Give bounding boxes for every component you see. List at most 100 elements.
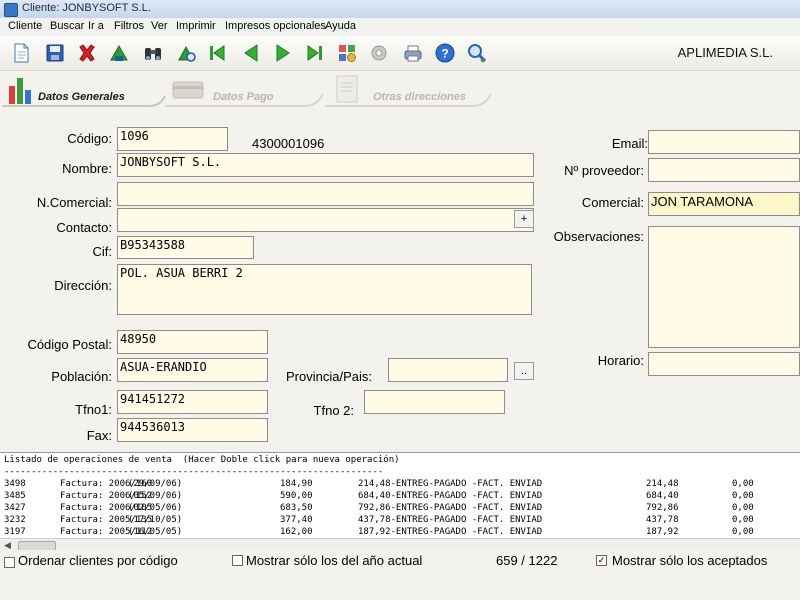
codigo-field[interactable]: 1096: [117, 127, 228, 151]
window-title: Cliente: JONBYSOFT S.L.: [22, 2, 151, 14]
current-year-label: Mostrar sólo los del año actual: [246, 553, 423, 568]
tab-datos-generales[interactable]: Datos Generales: [0, 70, 175, 110]
go-back-icon: [110, 44, 128, 61]
table-cell-num: 3498: [4, 479, 26, 489]
menu-ir-a[interactable]: Ir a: [88, 20, 104, 32]
search-zoom-button[interactable]: [464, 40, 490, 66]
ncomercial-field[interactable]: [117, 182, 534, 206]
menu-buscar[interactable]: Buscar: [50, 20, 84, 32]
table-cell-date: (16/05/05): [128, 527, 183, 537]
table-row[interactable]: 3498 Factura: 2006/160 (29/09/06) 184,90 214…: [4, 478, 794, 490]
table-cell-extra: 0,00: [732, 527, 754, 537]
menu-filtros[interactable]: Filtros: [114, 20, 144, 32]
binoculars-icon: [145, 48, 161, 60]
bar-chart-icon: [9, 78, 31, 104]
previous-record-icon: [244, 44, 258, 62]
menu-ayuda[interactable]: Ayuda: [325, 20, 356, 32]
tfno1-field[interactable]: 941451272: [117, 390, 268, 414]
tab-otras-direcciones[interactable]: Otras direcciones: [325, 70, 500, 110]
table-cell-extra: 0,00: [732, 491, 754, 501]
tab-label: Datos Pago: [213, 91, 274, 103]
list-header: Listado de operaciones de venta (Hacer D…: [4, 455, 400, 465]
previous-record-button[interactable]: [238, 40, 264, 66]
table-row[interactable]: 3197 Factura: 2005/112 (16/05/05) 162,00 187…: [4, 526, 794, 538]
find-button[interactable]: [140, 40, 166, 66]
menu-cliente[interactable]: Cliente: [8, 20, 42, 32]
table-cell-total: 187,92: [646, 527, 679, 537]
print-button[interactable]: [400, 40, 426, 66]
tfno1-label: Tfno1:: [75, 402, 112, 417]
current-year-checkbox[interactable]: [232, 555, 243, 566]
tab-datos-pago[interactable]: Datos Pago: [165, 70, 335, 110]
table-cell-num: 3197: [4, 527, 26, 537]
comercial-label: Comercial:: [581, 195, 644, 210]
table-cell-extra: 0,00: [732, 515, 754, 525]
save-icon: [46, 44, 64, 62]
provincia-lookup-button[interactable]: ..: [514, 362, 534, 380]
codigo-label: Código:: [67, 131, 112, 146]
table-cell-date: (17/10/05): [128, 515, 183, 525]
provincia-field[interactable]: [388, 358, 508, 382]
tab-label: Otras direcciones: [373, 91, 466, 103]
search-record-button[interactable]: [174, 40, 200, 66]
direccion-field[interactable]: POL. ASUA BERRI 2: [117, 264, 532, 315]
accepted-only-checkbox[interactable]: ✓: [596, 555, 607, 566]
tfno2-field[interactable]: [364, 390, 505, 414]
table-row[interactable]: 3232 Factura: 2005/135 (17/10/05) 377,40 437…: [4, 514, 794, 526]
table-cell-date: (29/09/06): [128, 479, 183, 489]
menu-ver[interactable]: Ver: [151, 20, 168, 32]
payment-card-icon: [172, 81, 204, 99]
new-document-icon: [14, 43, 29, 63]
nombre-field[interactable]: JONBYSOFT S.L.: [117, 153, 534, 177]
poblacion-label: Población:: [51, 369, 112, 384]
codigo-postal-field[interactable]: 48950: [117, 330, 268, 354]
svg-text:?: ?: [441, 47, 448, 61]
menu-imprimir[interactable]: Imprimir: [176, 20, 216, 32]
horario-field[interactable]: [648, 352, 800, 376]
company-name: APLIMEDIA S.L.: [677, 45, 773, 60]
table-cell-total: 684,40: [646, 491, 679, 501]
nproveedor-label: Nº proveedor:: [564, 163, 644, 178]
list-separator: ----------------------------------------…: [4, 467, 384, 477]
next-record-icon: [276, 44, 290, 62]
back-button[interactable]: [106, 40, 132, 66]
table-row[interactable]: 3485 Factura: 2006/152 (05/09/06) 590,00 684…: [4, 490, 794, 502]
contacto-field[interactable]: [117, 208, 534, 232]
tab-strip: Datos Generales Datos Pago Otras direcci…: [0, 70, 800, 110]
observaciones-field[interactable]: [648, 226, 800, 348]
search-record-icon: [178, 45, 196, 62]
fax-field[interactable]: 944536013: [117, 418, 268, 442]
new-button[interactable]: [8, 40, 34, 66]
tab-label: Datos Generales: [38, 91, 125, 103]
table-cell-status: 684,40-ENTREG-PAGADO -FACT. ENVIAD: [358, 491, 543, 501]
table-cell-total: 437,78: [646, 515, 679, 525]
next-record-button[interactable]: [270, 40, 296, 66]
cif-field[interactable]: B95343588: [117, 236, 254, 259]
direccion-label: Dirección:: [54, 278, 112, 293]
codigo-postal-label: Código Postal:: [27, 337, 112, 352]
table-cell-date: (05/09/06): [128, 491, 183, 501]
delete-icon: [79, 44, 95, 62]
settings-button[interactable]: [334, 40, 360, 66]
save-button[interactable]: [42, 40, 68, 66]
nproveedor-field[interactable]: [648, 158, 800, 182]
search-zoom-icon: [468, 44, 487, 63]
last-record-button[interactable]: [302, 40, 328, 66]
table-cell-amount: 377,40: [280, 515, 313, 525]
record-counter: 659 / 1222: [496, 553, 558, 568]
order-by-code-checkbox[interactable]: [4, 557, 15, 568]
email-field[interactable]: [648, 130, 800, 154]
comercial-field[interactable]: JON TARAMONA: [648, 192, 800, 216]
tools-button[interactable]: [366, 40, 392, 66]
table-row[interactable]: 3427 Factura: 2006/105 (02/05/06) 683,50 792…: [4, 502, 794, 514]
add-contact-button[interactable]: +: [514, 210, 534, 228]
first-record-button[interactable]: [204, 40, 230, 66]
delete-button[interactable]: [74, 40, 100, 66]
table-cell-total: 214,48: [646, 479, 679, 489]
help-button[interactable]: ?: [432, 40, 458, 66]
poblacion-field[interactable]: ASUA-ERANDIO: [117, 358, 268, 382]
operations-list[interactable]: Listado de operaciones de venta (Hacer D…: [0, 452, 800, 539]
menu-impresos-opcionales[interactable]: Impresos opcionales: [225, 20, 326, 32]
tools-icon: [371, 45, 387, 61]
observaciones-label: Observaciones:: [553, 229, 644, 244]
